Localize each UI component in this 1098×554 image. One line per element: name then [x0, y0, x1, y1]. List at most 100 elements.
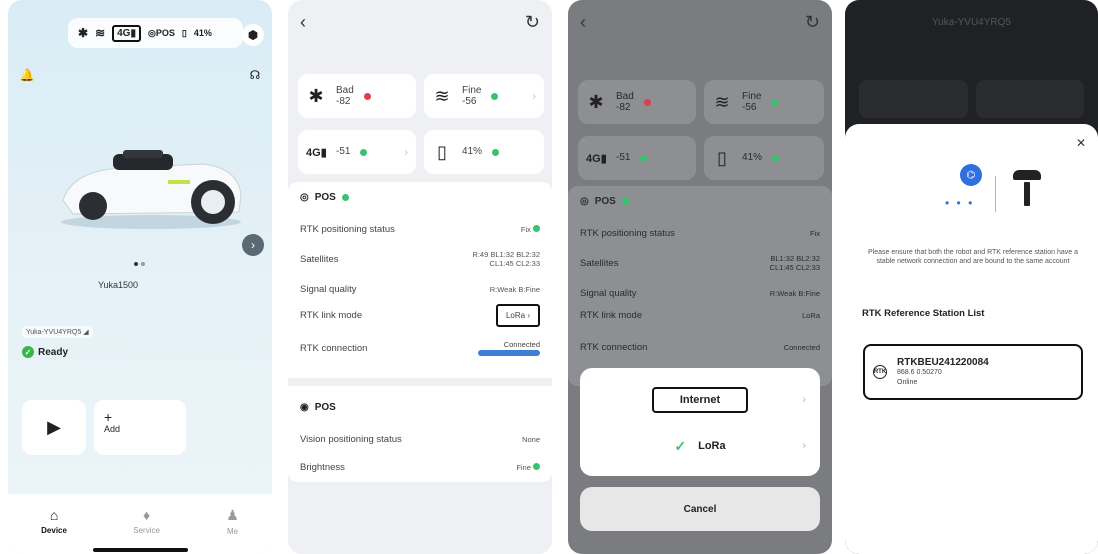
station-list-title: RTK Reference Station List — [862, 308, 985, 319]
rtk-connection-row: RTK connection Connected — [300, 340, 540, 356]
satellites-prefix: R:49 — [472, 250, 489, 259]
vision-title-text: POS — [314, 402, 336, 413]
carousel-pager — [134, 262, 145, 266]
vision-section-title: ◉ POS — [300, 402, 336, 413]
positioning-panel: ◎ POS RTK positioning status Fix Satelli… — [288, 182, 552, 482]
signal-quality-label: Signal quality — [300, 284, 357, 295]
pos-title-text: POS — [314, 192, 336, 203]
support-button[interactable]: ☊ — [244, 64, 266, 86]
good-status-dot — [360, 148, 368, 156]
battery-icon: ▯ — [717, 147, 727, 168]
notification-button[interactable]: 🔔 — [16, 64, 38, 86]
nav-device-label: Device — [41, 526, 67, 535]
nav-service[interactable]: ♦ Service — [133, 507, 160, 535]
brightness-row: Brightness Fine — [300, 462, 540, 473]
refresh-icon[interactable]: ↻ — [525, 12, 540, 33]
device-id[interactable]: Yuka-YVU4YRQ5 ◢ — [22, 326, 93, 338]
headset-icon: ☊ — [249, 68, 261, 82]
nav-device[interactable]: ⌂ Device — [41, 507, 67, 535]
positioning-panel-dimmed: ◎ POS RTK positioning status Fix Satelli… — [568, 186, 832, 386]
battery-value: 41% — [462, 146, 483, 158]
settings-button[interactable]: ⬢ — [242, 24, 264, 46]
rtk-antenna-icon: ◎ — [580, 196, 589, 207]
wifi-icon: ≋ — [95, 26, 106, 40]
robot-name: Yuka1500 — [98, 280, 139, 290]
station-state: Online — [897, 378, 918, 386]
rtk-status-row: RTK positioning status Fix — [300, 224, 540, 235]
rtk-link-mode-row[interactable]: RTK link mode LoRa › — [300, 304, 540, 327]
rtk-link-mode-label: RTK link mode — [300, 310, 363, 321]
good-status-dot — [492, 148, 500, 156]
link-mode-sheet: Internet › ✓ LoRa › — [580, 368, 820, 476]
good-status-dot — [640, 154, 648, 162]
nav-me-label: Me — [226, 526, 239, 536]
start-mowing-button[interactable]: ▶ — [22, 400, 86, 455]
good-status-dot — [341, 194, 349, 201]
rtk-link-mode-selector[interactable]: LoRa › — [495, 304, 540, 327]
bluetooth-tile: ✱ Bad -82 — [298, 74, 416, 118]
cancel-button[interactable]: Cancel — [580, 487, 820, 531]
cell-label: 4G — [306, 146, 321, 159]
option-lora-label: LoRa — [698, 440, 726, 452]
signal-label: 4G — [117, 27, 131, 39]
signal-quality-value: R:Weak B:Fine — [489, 285, 540, 294]
bottom-navigation: ⌂ Device ♦ Service ♟ Me — [8, 494, 272, 554]
bell-icon: 🔔 — [19, 68, 35, 82]
station-list-item[interactable]: RTK RTKBEU241220084 868.6 0.50270 Online — [863, 344, 1083, 400]
battery-tile: ▯ 41% — [704, 136, 824, 180]
good-status-dot — [771, 98, 779, 106]
battery-level: 41% — [193, 28, 212, 38]
back-button[interactable]: ‹ — [580, 12, 586, 33]
wifi-tile[interactable]: ≋ Fine -56 › — [424, 74, 544, 118]
refresh-icon[interactable]: ↻ — [805, 12, 820, 33]
chevron-right-icon: › — [532, 90, 536, 102]
close-icon[interactable]: ✕ — [1076, 136, 1086, 150]
bt-value: -82 — [336, 96, 351, 107]
bad-status-dot — [363, 92, 371, 100]
rtk-station-sheet: ✕ ⌬ • • • Please ensure that both the ro… — [845, 124, 1098, 554]
connection-detail-screen: ‹ ↻ ✱ Bad -82 ≋ Fine -56 › 4G▮ -51 › ▯ 41%… — [288, 0, 552, 554]
cellular-tile[interactable]: 4G▮ -51 › — [298, 130, 416, 174]
rtk-status-label: RTK positioning status — [300, 224, 395, 235]
robot-signal-icon: ⌬ — [960, 164, 982, 186]
add-label: Add — [104, 424, 121, 434]
robot-status-bar[interactable]: ✱ ≋ 4G▮ ◎POS ▯ 41% — [68, 18, 243, 48]
home-indicator — [93, 548, 188, 552]
connection-dots-icon: • • • — [945, 196, 975, 210]
checkmark-icon: ✓ — [674, 437, 687, 454]
wifi-tile: ≋ Fine -56 — [704, 80, 824, 124]
cellular-signal-icon: 4G▮ — [586, 152, 607, 165]
rtk-station-icon — [1013, 170, 1041, 180]
satellites-value-2: CL1:45 CL2:33 — [489, 259, 540, 268]
rtk-antenna-icon: ◎ — [300, 192, 309, 203]
device-home-screen: ✱ ≋ 4G▮ ◎POS ▯ 41% ⬢ 🔔 ☊ › Yuka1500 Yuka… — [8, 0, 272, 554]
rtk-station-list-screen: Yuka-YVU4YRQ5 ✕ ⌬ • • • Please ensure th… — [845, 0, 1098, 554]
signal-quality-row: Signal quality R:Weak B:Fine — [300, 284, 540, 295]
bluetooth-icon: ✱ — [588, 91, 604, 112]
option-internet[interactable]: Internet › — [580, 380, 820, 420]
add-task-button[interactable]: + Add — [94, 400, 186, 455]
bluetooth-tile: ✱ Bad -82 — [578, 80, 696, 124]
top-bar: Yuka-YVU4YRQ5 — [845, 0, 1098, 44]
next-robot-button[interactable]: › — [242, 234, 264, 256]
nav-me[interactable]: ♟ Me — [226, 507, 239, 536]
info-text: Please ensure that both the robot and RT… — [867, 249, 1078, 266]
brightness-label: Brightness — [300, 462, 345, 473]
dimmed-tiles — [859, 80, 1084, 118]
rtk-link-mode-value: LoRa — [505, 311, 526, 320]
wifi-value: -56 — [462, 96, 477, 107]
option-lora[interactable]: ✓ LoRa › — [580, 426, 820, 466]
cellular-signal-icon: 4G▮ — [306, 146, 327, 159]
back-button[interactable]: ‹ — [300, 12, 306, 33]
station-frequency: 868.6 0.50270 — [897, 369, 942, 377]
cellular-signal-icon: 4G▮ — [112, 24, 141, 42]
wifi-icon: ≋ — [714, 91, 730, 112]
gear-icon: ⬢ — [247, 28, 259, 42]
rtk-icon: RTK — [873, 365, 887, 379]
robot-mower-image — [61, 150, 242, 229]
chevron-right-icon: › — [802, 394, 806, 406]
link-mode-picker-screen: ‹ ↻ ✱ Bad -82 ≋ Fine -56 4G▮ -51 ▯ 41% ◎ P… — [568, 0, 832, 554]
cellular-tile: 4G▮ -51 — [578, 136, 696, 180]
bt-quality: Bad — [336, 84, 354, 96]
bluetooth-icon: ✱ — [308, 85, 324, 106]
